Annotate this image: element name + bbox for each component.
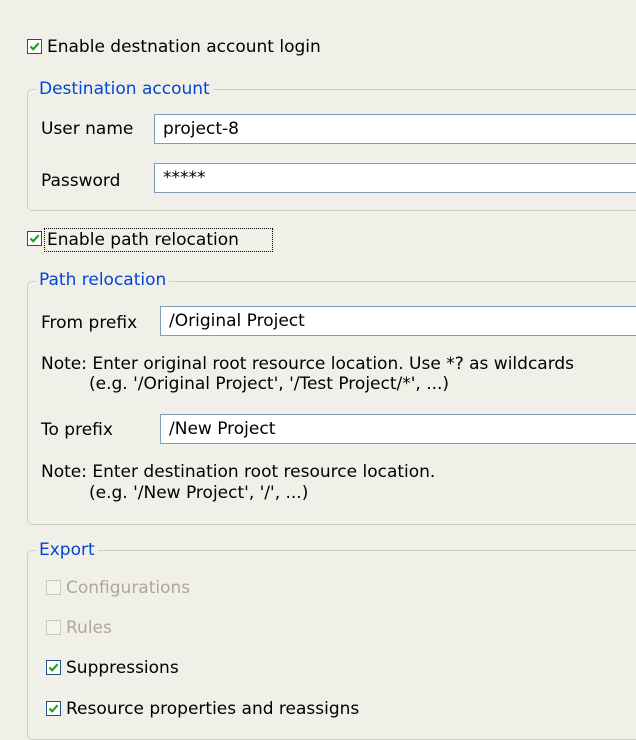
checkmark-icon: [29, 234, 40, 243]
export-legend: Export: [36, 540, 98, 560]
from-note-line-1: Note: Enter original root resource locat…: [41, 354, 575, 374]
enable-relocation-checkbox[interactable]: [27, 231, 42, 246]
to-note-line-1: Note: Enter destination root resource lo…: [41, 462, 436, 482]
to-note-line-2: (e.g. '/New Project', '/', ...): [89, 483, 309, 503]
checkmark-icon: [29, 42, 40, 51]
to-prefix-label: To prefix: [41, 420, 113, 440]
configurations-checkbox[interactable]: [46, 580, 61, 595]
password-label: Password: [41, 171, 121, 191]
enable-login-checkbox[interactable]: [27, 39, 42, 54]
destination-account-legend: Destination account: [36, 79, 213, 99]
password-field[interactable]: *****: [154, 163, 636, 193]
from-note-line-2: (e.g. '/Original Project', '/Test Projec…: [89, 374, 450, 394]
to-prefix-field[interactable]: /New Project: [160, 414, 636, 444]
from-prefix-label: From prefix: [41, 313, 138, 333]
rules-checkbox[interactable]: [46, 620, 61, 635]
resource-properties-label[interactable]: Resource properties and reassigns: [66, 699, 359, 719]
suppressions-checkbox[interactable]: [46, 660, 61, 675]
username-label: User name: [41, 119, 134, 139]
from-prefix-field[interactable]: /Original Project: [160, 306, 636, 336]
rules-label: Rules: [66, 618, 112, 638]
path-relocation-legend: Path relocation: [36, 270, 170, 290]
resource-properties-checkbox[interactable]: [46, 701, 61, 716]
checkmark-icon: [48, 704, 59, 713]
enable-relocation-label[interactable]: Enable path relocation: [47, 230, 239, 250]
enable-login-label[interactable]: Enable destnation account login: [47, 37, 321, 57]
suppressions-label[interactable]: Suppressions: [66, 658, 179, 678]
checkmark-icon: [48, 663, 59, 672]
configurations-label: Configurations: [66, 578, 191, 598]
username-field[interactable]: project-8: [154, 114, 636, 144]
